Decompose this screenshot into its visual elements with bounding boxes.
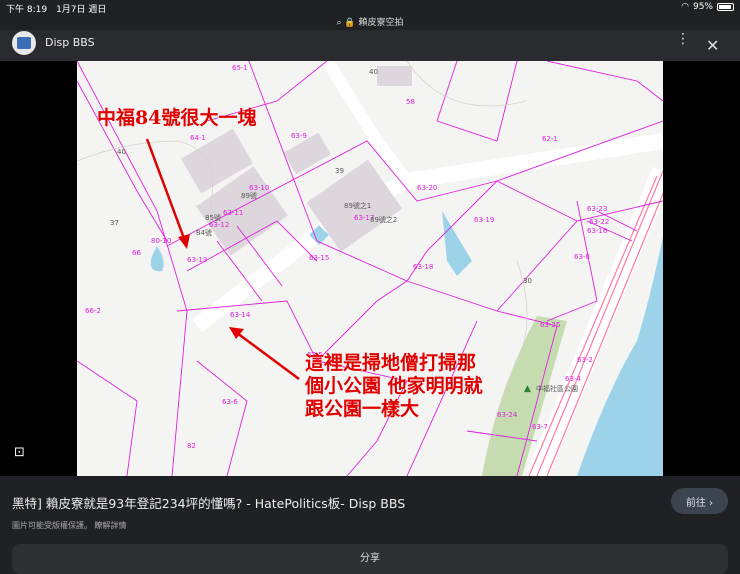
- result-title[interactable]: 黑特] 賴皮寮就是93年登記234坪的懂嗎? - HatePolitics板- …: [12, 493, 405, 512]
- clock: 下午 8:19 1月7日 週日: [6, 5, 107, 15]
- status-bar: 下午 8:19 1月7日 週日 ◠ 95% ⌕ 🔒 賴皮寮空拍: [0, 0, 740, 30]
- annotation-bottom-line: 個小公園 他家明明就: [304, 374, 483, 397]
- visit-button[interactable]: 前往 ›: [671, 488, 728, 514]
- building-label: 89號之2: [370, 215, 397, 224]
- annotation-top: 中福84號很大一塊: [97, 106, 256, 129]
- elevation-label: 39: [335, 167, 344, 175]
- site-logo: [12, 31, 36, 55]
- tree-icon: ▲: [524, 384, 531, 394]
- search-query: 賴皮寮空拍: [358, 18, 404, 28]
- share-button[interactable]: 分享: [12, 544, 728, 574]
- parcel-label: 63-6: [222, 398, 238, 406]
- park-label: 中福社區公園: [536, 384, 578, 393]
- battery-icon: [717, 3, 734, 11]
- parcel-label: 65-1: [232, 64, 248, 72]
- site-name[interactable]: Disp BBS: [45, 36, 95, 49]
- parcel-label: 66: [132, 249, 141, 257]
- building-label: 89號之1: [344, 201, 371, 210]
- wifi-icon: ◠: [681, 2, 689, 12]
- parcel-label: 63-19: [474, 216, 494, 224]
- more-options-icon[interactable]: ⋮: [676, 32, 690, 46]
- parcel-label: 63-4: [565, 375, 581, 383]
- annotation-bottom-line: 這裡是掃地僧打掃那: [305, 351, 476, 374]
- parcel-label: 62-1: [542, 135, 558, 143]
- parcel-label: 63-20: [417, 184, 437, 192]
- close-icon[interactable]: ✕: [706, 36, 719, 55]
- parcel-label: 63-8: [574, 253, 590, 261]
- parcel-label: 63-22: [589, 218, 609, 226]
- lens-search-icon[interactable]: ⊡: [14, 445, 32, 463]
- arrow: [145, 138, 187, 242]
- parcel-label: 58: [406, 98, 415, 106]
- annotation-bottom-line: 跟公園一樣大: [305, 397, 419, 420]
- parcel-label: 63-13: [187, 256, 207, 264]
- parcel-label: 63-14: [230, 311, 251, 319]
- parcel-label: 63-23: [587, 205, 607, 213]
- parcel-label: 63-15: [309, 254, 329, 262]
- parcel-label: 63-18: [413, 263, 433, 271]
- image-viewer: 65-1 58 64-1 63-9 62-1 63-10 63-20 63-17…: [0, 55, 740, 481]
- parcel-label: 63-16: [587, 227, 608, 235]
- parcel-label: 63-10: [249, 184, 269, 192]
- contour-label: 30: [523, 277, 532, 285]
- contour-label: 40: [369, 68, 378, 76]
- parcel-label: 64-1: [190, 134, 206, 142]
- parcel-label: 66-2: [85, 307, 101, 315]
- parcel-label: 63-9: [291, 132, 307, 140]
- parcel-label: 63-24: [497, 411, 518, 419]
- parcel-label: 63-7: [532, 423, 548, 431]
- elevation-label: 37: [110, 219, 119, 227]
- building-label: 89號: [241, 191, 257, 200]
- parcel-label: 82: [187, 442, 196, 450]
- map-image: 65-1 58 64-1 63-9 62-1 63-10 63-20 63-17…: [76, 55, 674, 481]
- battery-percent: 95%: [692, 2, 713, 12]
- parcel-label: 63-11: [223, 209, 243, 217]
- parcel-label: 63-25: [540, 321, 560, 329]
- building-label: 85號: [205, 213, 221, 222]
- building-label: 84號: [196, 228, 212, 237]
- contour-label: 40: [117, 148, 126, 156]
- arrow-head: [178, 234, 190, 249]
- parcel-label: 80-10: [151, 237, 171, 245]
- viewer-header: Disp BBS ⋮ ✕: [0, 30, 740, 61]
- parcel-label: 63-12: [209, 221, 229, 229]
- address-bar[interactable]: ⌕ 🔒 賴皮寮空拍: [0, 15, 740, 28]
- lock-icon: 🔒: [344, 18, 356, 28]
- parcel-label: 63-2: [577, 356, 593, 364]
- arrow: [236, 331, 300, 381]
- copyright-notice[interactable]: 圖片可能受版權保護。 瞭解詳情: [12, 520, 127, 531]
